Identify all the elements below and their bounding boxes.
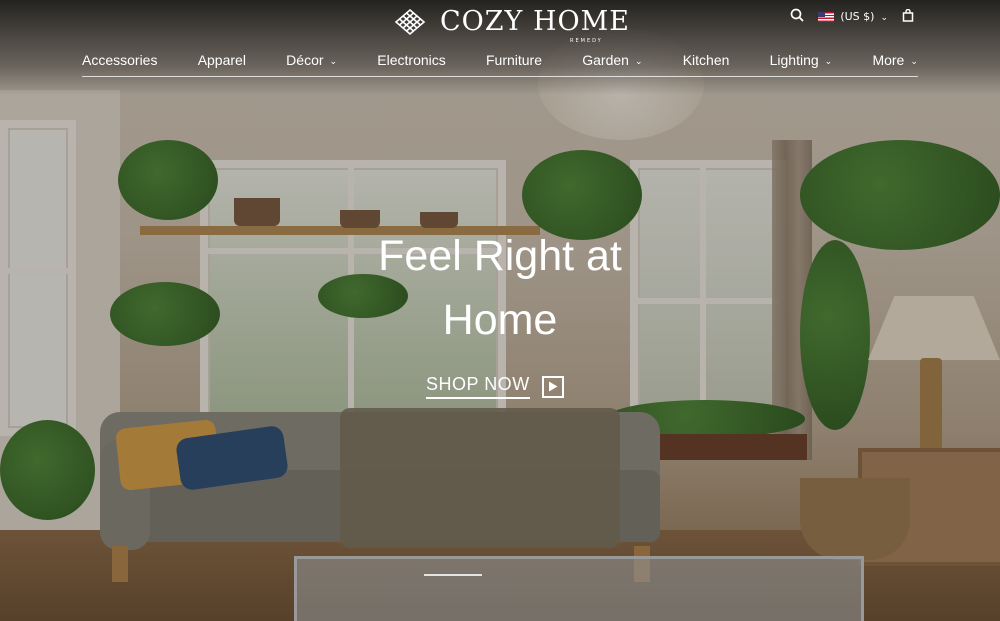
nav-label: Garden: [582, 52, 629, 68]
nav-item-kitchen[interactable]: Kitchen: [683, 52, 730, 68]
nav-item-decor[interactable]: Décor ⌄: [286, 52, 337, 68]
nav-item-furniture[interactable]: Furniture: [486, 52, 542, 68]
currency-selector[interactable]: (US $) ⌄: [818, 10, 888, 23]
shop-now-label: SHOP NOW: [426, 374, 530, 399]
us-flag-icon: [818, 11, 835, 22]
play-icon[interactable]: [541, 375, 564, 398]
nav-item-lighting[interactable]: Lighting ⌄: [770, 52, 833, 68]
chevron-down-icon: ⌄: [824, 55, 833, 66]
hero-title-line-2: Home: [442, 296, 558, 344]
shop-now-button[interactable]: SHOP NOW: [426, 374, 564, 399]
chevron-down-icon: ⌄: [329, 55, 338, 66]
nav-item-accessories[interactable]: Accessories: [82, 52, 157, 68]
nav-label: Lighting: [769, 52, 819, 68]
nav-label: Décor: [286, 52, 324, 68]
nav-label: Furniture: [485, 52, 543, 68]
nav-divider: [82, 76, 918, 77]
chevron-down-icon: ⌄: [634, 55, 643, 66]
nav-item-garden[interactable]: Garden ⌄: [582, 52, 642, 68]
slide-indicator[interactable]: [424, 574, 482, 576]
nav-label: Electronics: [377, 52, 446, 68]
nav-label: More: [872, 52, 905, 68]
utility-bar: (US $) ⌄: [790, 8, 914, 25]
nav-item-electronics[interactable]: Electronics: [377, 52, 445, 68]
site-header: COZY HOME REMEDY (US $) ⌄ Accessories Ap…: [0, 0, 1000, 80]
nav-item-apparel[interactable]: Apparel: [198, 52, 246, 68]
brand-tagline: REMEDY: [570, 38, 603, 44]
nav-label: Accessories: [82, 52, 158, 68]
chevron-down-icon: ⌄: [880, 12, 888, 23]
brand-name: COZY HOME: [440, 6, 630, 37]
nav-item-more[interactable]: More ⌄: [872, 52, 917, 68]
nav-label: Apparel: [197, 52, 246, 68]
nav-label: Kitchen: [682, 52, 730, 68]
shopping-bag-icon[interactable]: [902, 8, 914, 25]
chevron-down-icon: ⌄: [910, 55, 918, 66]
brand-logo[interactable]: COZY HOME REMEDY: [390, 6, 630, 44]
hero-title-line-1: Feel Right at: [378, 232, 622, 280]
main-navigation: Accessories Apparel Décor ⌄ Electronics F…: [82, 52, 918, 68]
search-icon[interactable]: [790, 8, 804, 25]
hero-title: Feel Right at Home: [300, 224, 700, 352]
currency-label: (US $): [840, 10, 875, 23]
diamond-lattice-icon: [394, 8, 426, 36]
